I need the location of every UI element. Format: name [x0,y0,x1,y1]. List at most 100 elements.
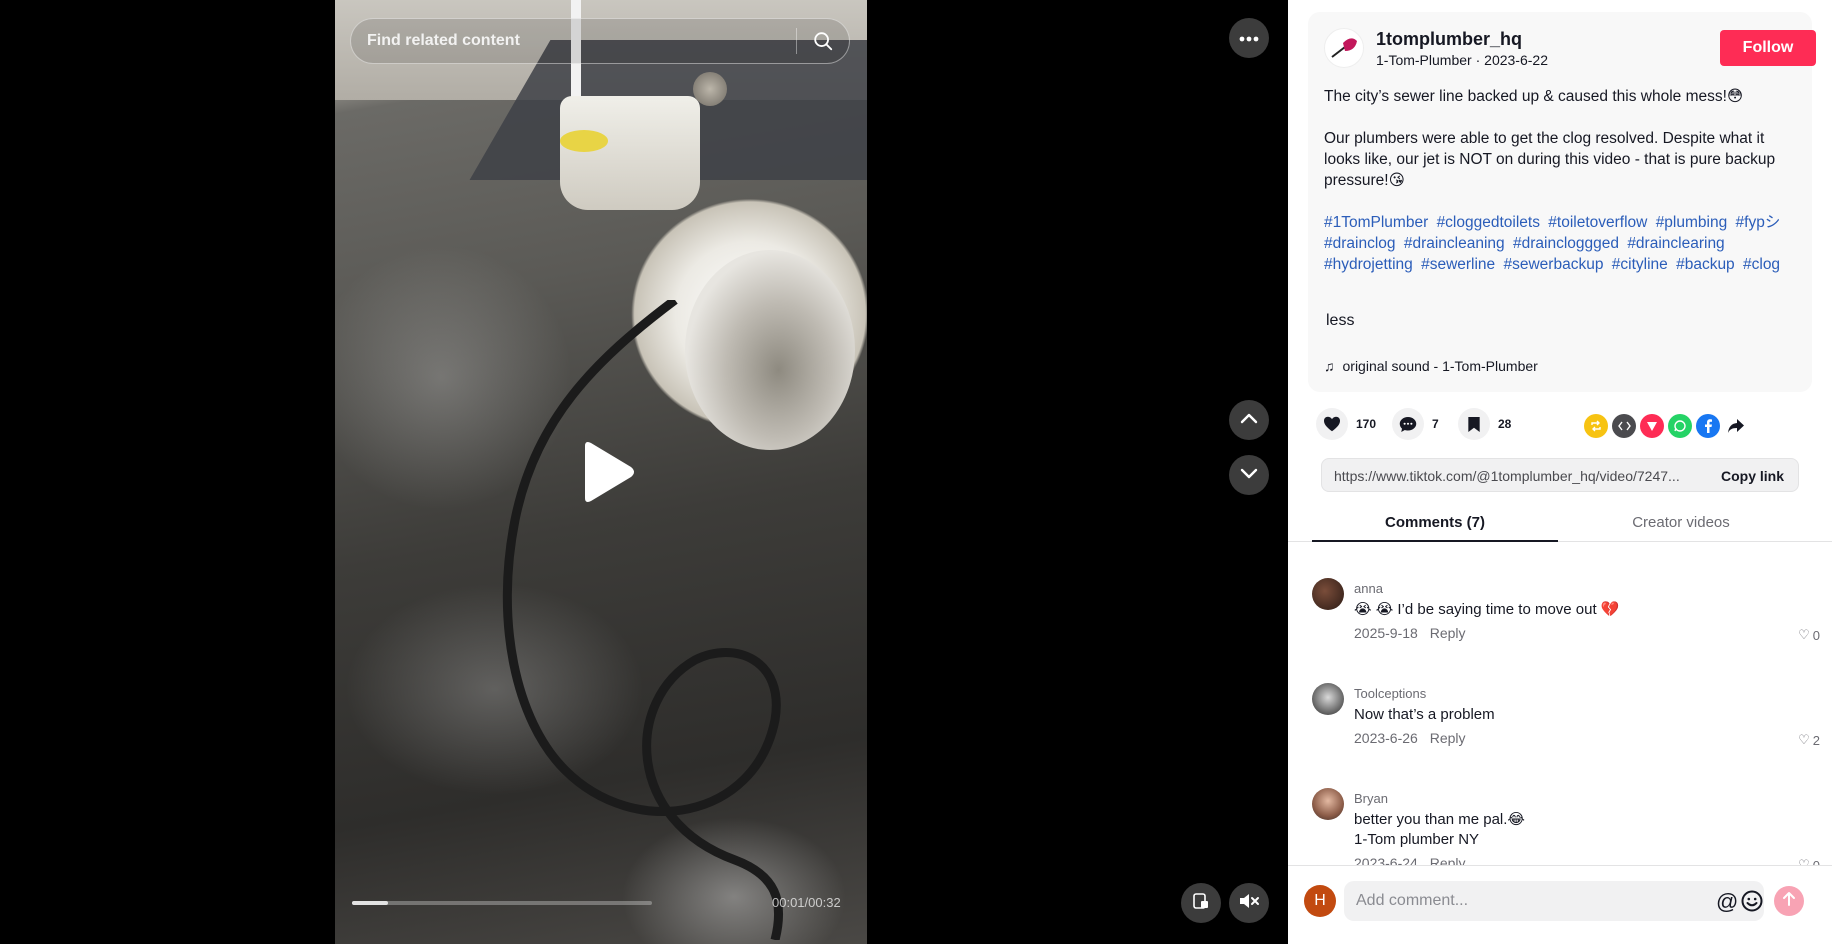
less-toggle[interactable]: less [1326,312,1354,330]
comment-meta: 2023-6-26 Reply [1354,730,1466,746]
whatsapp-icon[interactable] [1668,414,1692,438]
hashtag-link[interactable]: #cloggedtoilets [1437,214,1540,231]
sound-link[interactable]: ♫ original sound - 1-Tom-Plumber [1324,358,1538,374]
author-subline: 1-Tom-Plumber · 2023-6-22 [1376,52,1548,68]
description-text: The city’s sewer line backed up & caused… [1324,86,1794,212]
mention-icon[interactable]: @ [1716,889,1738,915]
description-paragraph-1: The city’s sewer line backed up & caused… [1324,88,1744,105]
author-username[interactable]: 1tomplumber_hq [1376,29,1522,50]
send-to-friends-icon[interactable] [1640,414,1664,438]
save-count: 28 [1498,417,1512,431]
comment-avatar[interactable] [1312,788,1344,820]
comment-username[interactable]: Bryan [1354,791,1388,806]
music-note-icon: ♫ [1324,358,1335,374]
repost-icon[interactable] [1584,414,1608,438]
search-bar[interactable]: Find related content [350,18,850,64]
more-icon [1239,29,1259,47]
progress-bar[interactable] [352,901,652,905]
search-icon[interactable] [797,19,849,63]
comment-avatar[interactable] [1312,683,1344,715]
heart-icon [1316,408,1348,440]
next-video-button[interactable] [1229,455,1269,495]
like-count: 170 [1356,417,1377,431]
video-hose [502,300,784,940]
video-link-row: https://www.tiktok.com/@1tomplumber_hq/v… [1321,458,1799,492]
bookmark-icon [1458,408,1490,440]
video-cleaner [560,130,608,152]
embed-icon[interactable] [1612,414,1636,438]
hashtag-link[interactable]: #sewerbackup [1504,256,1604,273]
like-button[interactable]: 170 [1316,408,1376,440]
comment-like-button[interactable]: ♡ 2 [1798,732,1820,748]
heart-outline-icon: ♡ [1798,732,1810,747]
hashtag-link[interactable]: #cityline [1612,256,1668,273]
emoji-icon[interactable] [1740,889,1764,918]
details-panel: 1tomplumber_hq 1-Tom-Plumber · 2023-6-22… [1288,0,1832,944]
comment-button[interactable]: 7 [1392,408,1439,440]
comment-like-button[interactable]: ♡ 0 [1798,627,1820,643]
comment-count: 7 [1432,417,1439,431]
hashtag-link[interactable]: #drainclog [1324,235,1396,252]
previous-video-button[interactable] [1229,400,1269,440]
description-card: 1tomplumber_hq 1-Tom-Plumber · 2023-6-22… [1308,12,1816,392]
save-button[interactable]: 28 [1458,408,1511,440]
reply-button[interactable]: Reply [1430,730,1466,746]
progress-fill [352,901,388,905]
sound-label: original sound - 1-Tom-Plumber [1342,358,1538,374]
post-comment-button[interactable] [1774,886,1804,916]
comment-like-count: 0 [1812,627,1820,643]
hashtag-link[interactable]: #1TomPlumber [1324,214,1428,231]
hashtag-link[interactable]: #draincleaning [1404,235,1505,252]
hashtag-link[interactable]: #hydrojetting [1324,256,1413,273]
reply-button[interactable]: Reply [1430,855,1466,865]
post-date: 2023-6-22 [1484,52,1548,68]
hashtag-link[interactable]: #plumbing [1656,214,1728,231]
comment-like-count: 2 [1812,732,1820,748]
copy-link-button[interactable]: Copy link [1721,468,1784,484]
author-avatar[interactable] [1324,28,1364,68]
comment-like-button[interactable]: ♡ 0 [1798,857,1820,865]
more-options-button[interactable] [1229,18,1269,58]
hashtag-link[interactable]: #toiletoverflow [1548,214,1647,231]
video-stage: Find related content 00:01/00:32 [0,0,1288,944]
hashtag-link[interactable]: #drainclearing [1627,235,1724,252]
hashtag-link[interactable]: #draincloggged [1513,235,1619,252]
author-display-name[interactable]: 1-Tom-Plumber [1376,52,1472,68]
comment-meta: 2023-6-24 Reply [1354,855,1466,865]
share-arrow-icon[interactable] [1724,414,1748,438]
comment-tabs: Comments (7) Creator videos [1288,504,1832,542]
comment-icon [1392,408,1424,440]
plunger-logo-icon [1331,38,1357,58]
hashtag-link[interactable]: #backup [1676,256,1735,273]
comment-username[interactable]: anna [1354,581,1383,596]
comment-list: anna 😭 😭 I’d be saying time to move out … [1288,543,1832,865]
tab-creator-videos[interactable]: Creator videos [1558,514,1804,531]
separator-dot: · [1475,52,1485,68]
hashtag-link[interactable]: #clog [1743,256,1780,273]
volume-muted-icon [1238,892,1260,915]
comment-username[interactable]: Toolceptions [1354,686,1426,701]
description-paragraph-2: Our plumbers were able to get the clog r… [1324,130,1776,189]
comment-composer: H Add comment... @ [1288,865,1832,944]
comment-text: Now that’s a problem [1354,706,1495,723]
current-user-avatar[interactable]: H [1304,885,1336,917]
play-icon[interactable] [577,440,637,504]
follow-button[interactable]: Follow [1720,30,1816,66]
comment-meta: 2025-9-18 Reply [1354,625,1466,641]
hashtag-link[interactable]: #sewerline [1421,256,1495,273]
comment-avatar[interactable] [1312,578,1344,610]
hashtag-link[interactable]: #fypシ [1736,214,1781,231]
comment-like-count: 0 [1812,857,1820,866]
search-input[interactable]: Find related content [367,32,796,50]
mute-button[interactable] [1229,883,1269,923]
comment-input-placeholder: Add comment... [1356,892,1469,909]
video-url[interactable]: https://www.tiktok.com/@1tomplumber_hq/v… [1334,468,1694,484]
comment-input[interactable]: Add comment... @ [1344,881,1764,921]
chevron-up-icon [1240,411,1258,429]
picture-in-picture-button[interactable] [1181,883,1221,923]
tab-comments[interactable]: Comments (7) [1312,514,1558,531]
facebook-icon[interactable] [1696,414,1720,438]
hashtag-list: #1TomPlumber #cloggedtoilets #toiletover… [1324,212,1794,275]
heart-outline-icon: ♡ [1798,857,1810,865]
reply-button[interactable]: Reply [1430,625,1466,641]
